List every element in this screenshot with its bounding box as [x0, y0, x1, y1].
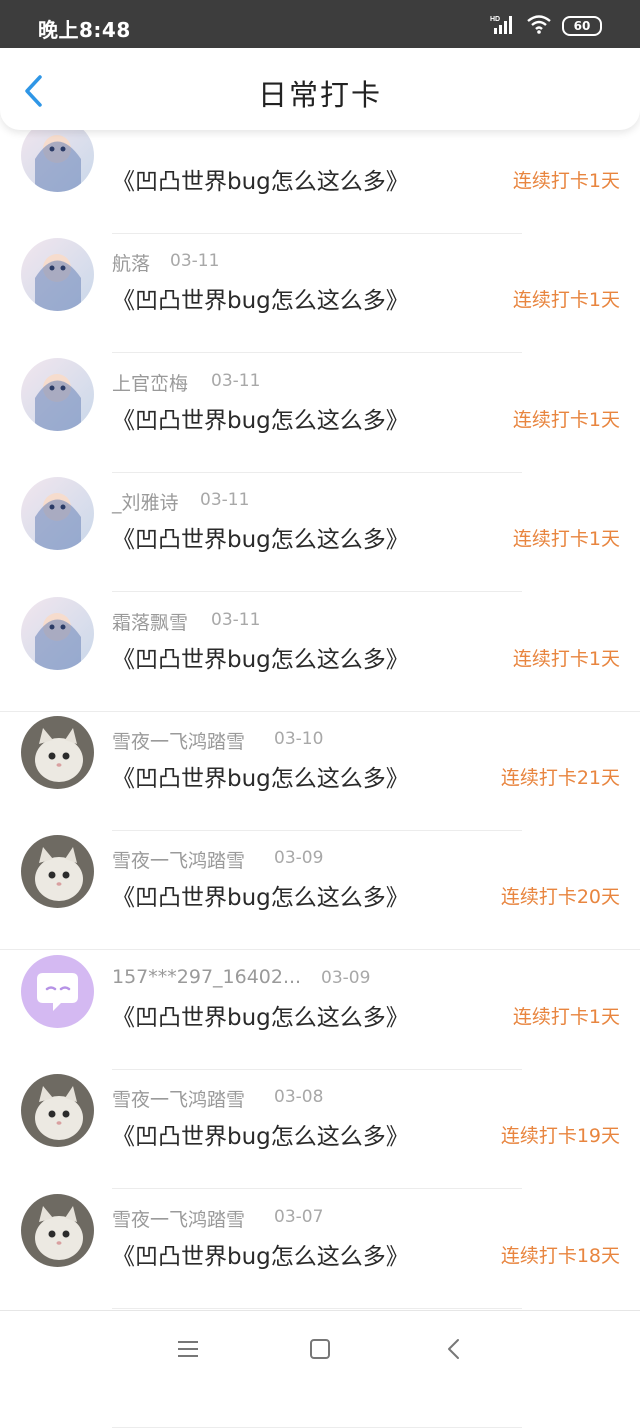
user-avatar[interactable]	[21, 835, 94, 909]
status-icons: HD 60	[490, 14, 602, 38]
streak-label: 连续打卡1天	[512, 289, 620, 312]
wifi-icon	[526, 14, 552, 38]
battery-indicator: 60	[562, 16, 602, 36]
home-button[interactable]	[308, 1337, 332, 1361]
checkin-content: 《凹凸世界bug怎么这么多》	[112, 1243, 409, 1270]
user-avatar[interactable]	[21, 238, 94, 312]
checkin-date: 03-11	[211, 370, 261, 391]
checkin-content: 《凹凸世界bug怎么这么多》	[112, 765, 409, 792]
streak-label: 连续打卡20天	[500, 886, 620, 909]
home-square-icon	[310, 1339, 330, 1359]
checkin-date: 03-08	[274, 1087, 324, 1108]
signal-icon: HD	[490, 14, 516, 38]
username[interactable]: 雪夜一飞鸿踏雪	[112, 846, 245, 873]
checkin-row[interactable]: _刘雅诗 03-11 《凹凸世界bug怎么这么多》 连续打卡1天	[0, 432, 640, 593]
user-avatar[interactable]	[21, 1074, 94, 1148]
checkin-row[interactable]: 霜落飘雪 03-11 《凹凸世界bug怎么这么多》 连续打卡1天	[0, 552, 640, 712]
user-avatar[interactable]	[21, 477, 94, 551]
username[interactable]: _刘雅诗	[112, 488, 179, 515]
checkin-list[interactable]: 《凹凸世界bug怎么这么多》 连续打卡1天 航落 03-11 《凹凸世界bug怎么这么多…	[0, 74, 640, 1428]
checkin-content: 《凹凸世界bug怎么这么多》	[112, 407, 409, 434]
back-triangle-icon	[448, 1339, 459, 1359]
status-time: 晚上8:48	[38, 18, 131, 42]
user-avatar[interactable]	[21, 596, 94, 670]
streak-label: 连续打卡1天	[512, 528, 620, 551]
top-header: 日常打卡	[0, 48, 640, 130]
checkin-content: 《凹凸世界bug怎么这么多》	[112, 288, 409, 315]
checkin-row[interactable]: 157***297_16402... 03-09 《凹凸世界bug怎么这么多》 连续打…	[0, 910, 640, 1070]
streak-label: 连续打卡1天	[512, 1005, 620, 1028]
checkin-row[interactable]: 航落 03-11 《凹凸世界bug怎么这么多》 连续打卡1天	[0, 193, 640, 354]
username[interactable]: 雪夜一飞鸿踏雪	[112, 727, 245, 754]
checkin-row[interactable]: 雪夜一飞鸿踏雪 03-10 《凹凸世界bug怎么这么多》 连续打卡21天	[0, 671, 640, 831]
username[interactable]: 雪夜一飞鸿踏雪	[112, 1205, 245, 1232]
checkin-date: 03-11	[170, 251, 220, 272]
checkin-content: 《凹凸世界bug怎么这么多》	[112, 885, 409, 912]
username[interactable]: 雪夜一飞鸿踏雪	[112, 1085, 245, 1112]
checkin-row[interactable]: 上官峦梅 03-11 《凹凸世界bug怎么这么多》 连续打卡1天	[0, 313, 640, 473]
streak-label: 连续打卡21天	[500, 766, 620, 789]
checkin-date: 03-07	[274, 1206, 324, 1227]
user-avatar[interactable]	[21, 954, 94, 1028]
checkin-content: 《凹凸世界bug怎么这么多》	[112, 527, 409, 554]
system-back-button[interactable]	[442, 1337, 466, 1361]
checkin-date: 03-10	[274, 728, 324, 749]
streak-label: 连续打卡1天	[512, 408, 620, 431]
username[interactable]: 霜落飘雪	[112, 608, 188, 635]
system-nav-bar	[0, 1310, 640, 1388]
checkin-content: 《凹凸世界bug怎么这么多》	[112, 1004, 409, 1031]
user-avatar[interactable]	[21, 357, 94, 431]
streak-label: 连续打卡19天	[500, 1125, 620, 1148]
checkin-content: 《凹凸世界bug怎么这么多》	[112, 646, 409, 673]
status-bar: 晚上8:48 HD 60	[0, 0, 640, 48]
checkin-row[interactable]: 雪夜一飞鸿踏雪 03-09 《凹凸世界bug怎么这么多》 连续打卡20天	[0, 790, 640, 951]
streak-label: 连续打卡1天	[512, 647, 620, 670]
user-avatar[interactable]	[21, 1193, 94, 1267]
menu-icon	[178, 1341, 198, 1357]
checkin-date: 03-11	[211, 609, 261, 630]
username[interactable]: 上官峦梅	[112, 369, 188, 396]
checkin-date: 03-09	[274, 848, 324, 869]
checkin-content: 《凹凸世界bug怎么这么多》	[112, 1124, 409, 1151]
checkin-row[interactable]: 雪夜一飞鸿踏雪 03-07 《凹凸世界bug怎么这么多》 连续打卡18天	[0, 1149, 640, 1309]
streak-label: 连续打卡18天	[500, 1244, 620, 1267]
checkin-date: 03-09	[321, 967, 371, 988]
checkin-row[interactable]: 雪夜一飞鸿踏雪 03-08 《凹凸世界bug怎么这么多》 连续打卡19天	[0, 1029, 640, 1190]
menu-button[interactable]	[176, 1337, 200, 1361]
user-avatar[interactable]	[21, 715, 94, 789]
checkin-content: 《凹凸世界bug怎么这么多》	[112, 169, 409, 195]
network-label: HD	[490, 16, 500, 23]
streak-label: 连续打卡1天	[512, 170, 620, 192]
page-title: 日常打卡	[257, 78, 382, 112]
checkin-date: 03-11	[200, 490, 250, 511]
username[interactable]: 航落	[112, 249, 150, 276]
username[interactable]: 157***297_16402...	[112, 966, 301, 988]
